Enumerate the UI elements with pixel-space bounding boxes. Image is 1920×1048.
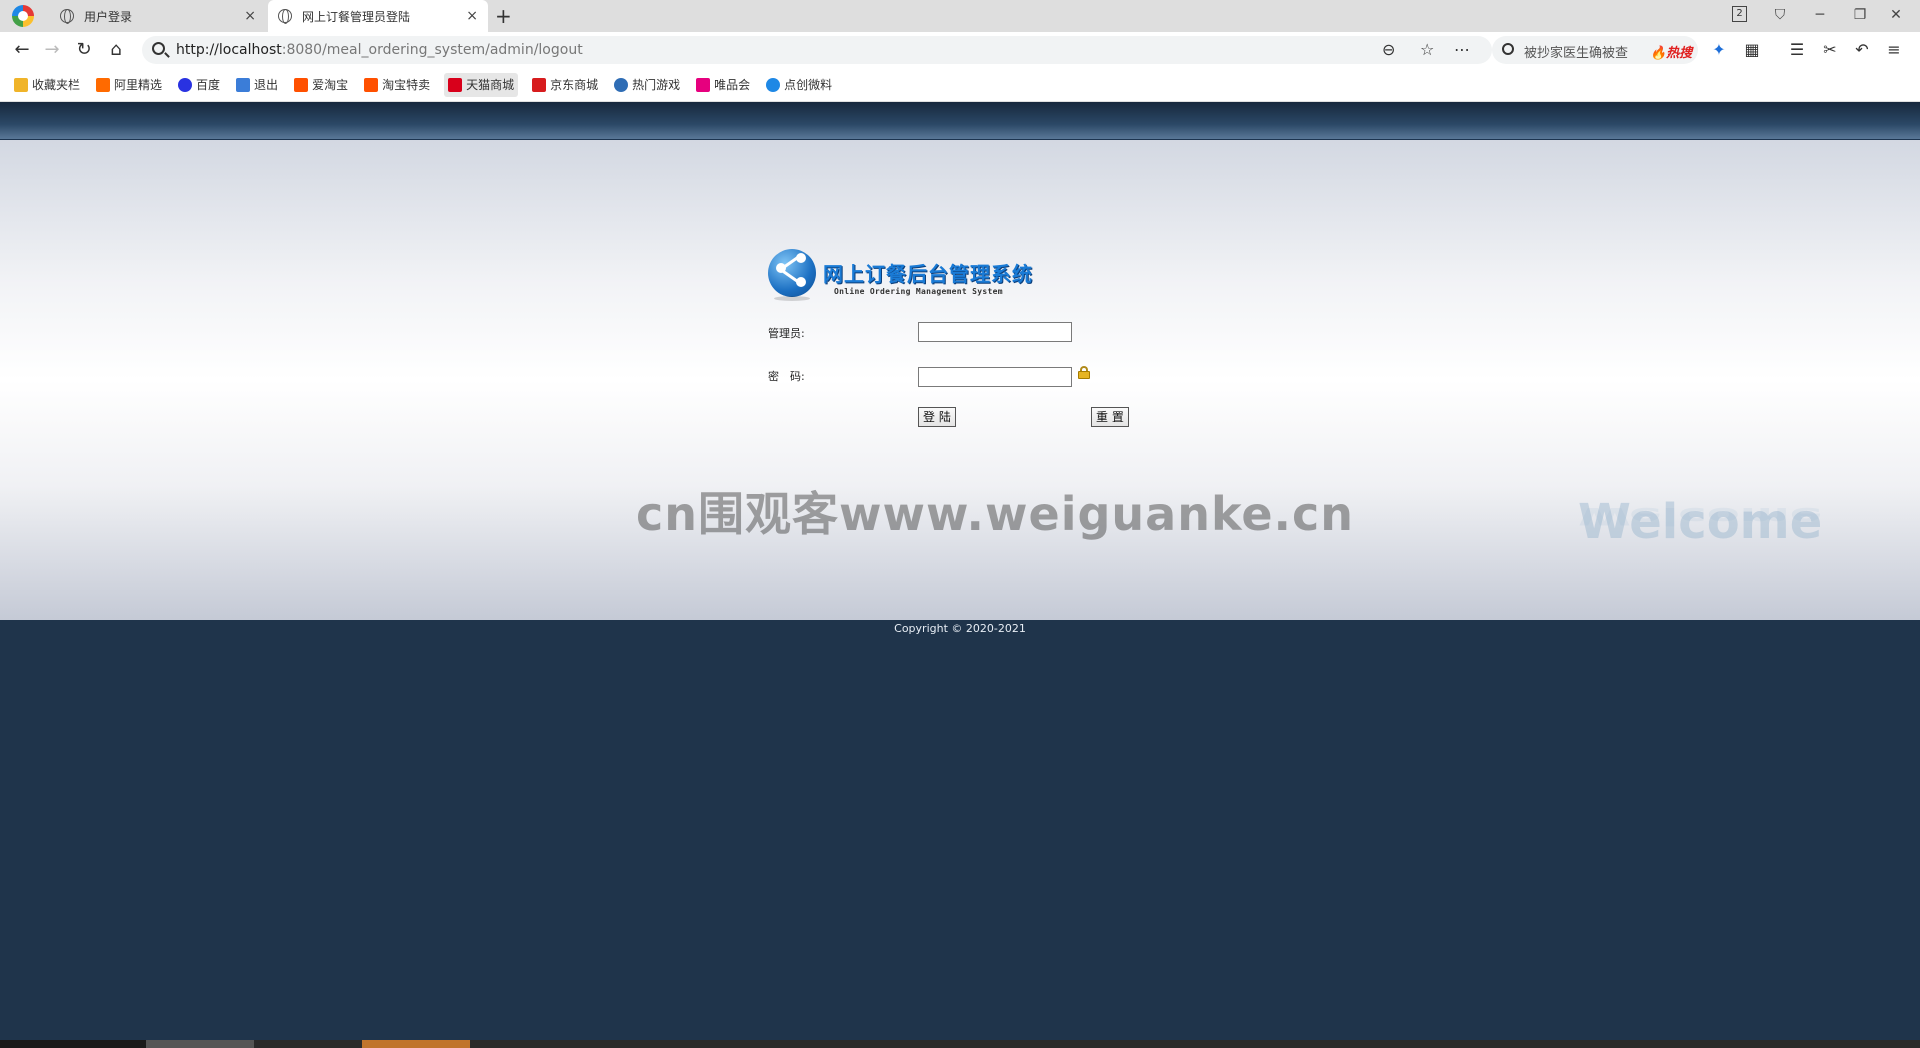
bookmark-vip[interactable]: 唯品会 [694,73,752,97]
tab-title: 用户登录 [84,9,133,24]
username-input[interactable] [918,322,1072,342]
reload-icon[interactable]: ↻ [72,38,96,62]
more-icon[interactable]: ⋯ [1454,40,1470,59]
bookmark-exit[interactable]: 退出 [234,73,280,97]
taskbar-app-active[interactable] [362,1040,470,1048]
puzzle-icon[interactable]: ✦ [1707,38,1731,62]
url-text[interactable]: http://localhost:8080/meal_ordering_syst… [176,42,583,58]
globe-icon [278,9,292,24]
game-icon [614,77,629,92]
copyright-text: Copyright © 2020-2021 [894,622,1026,635]
password-label: 密 码: [768,370,805,383]
taskbar-start[interactable] [0,1040,146,1048]
tshirt-skin-icon[interactable]: ⛉ [1768,4,1792,26]
system-logo-icon [766,245,822,301]
ali-icon [96,77,111,92]
search-icon [152,42,165,55]
jd-icon [532,77,547,92]
os-taskbar [0,1040,1920,1048]
vip-icon [696,77,711,92]
username-label: 管理员: [768,327,805,340]
close-window-icon[interactable]: ✕ [1884,4,1908,26]
menu-icon[interactable]: ≡ [1882,38,1906,62]
tab-close-icon[interactable]: × [244,8,256,24]
back-arrow-icon[interactable]: ← [10,38,34,62]
system-subtitle: Online Ordering Management System [834,287,1003,296]
restore-icon[interactable]: ❐ [1848,4,1872,26]
bookmarks-bar: 收藏夹栏 阿里精选 百度 退出 爱淘宝 淘宝特卖 天猫商城 京东商城 热门游戏 … [0,68,1920,102]
bookmark-ali[interactable]: 阿里精选 [94,73,164,97]
bookmark-dianchuang[interactable]: 点创微料 [764,73,834,97]
home-icon[interactable]: ⌂ [104,38,128,62]
browser-logo-icon[interactable] [12,5,34,27]
reset-button[interactable]: 重 置 [1091,407,1129,427]
feather-icon [236,77,251,92]
globe-icon [60,9,74,24]
folder-icon [14,77,28,92]
site-watermark: cn围观客www.weiguanke.cn [636,487,1355,541]
tab-close-icon[interactable]: × [466,8,478,24]
zoom-icon[interactable]: ⊖ [1382,40,1395,59]
hot-search-box[interactable]: 被抄家医生确被查 🔥热搜 [1492,36,1698,64]
password-input[interactable] [918,367,1072,387]
bookmark-ai-taobao[interactable]: 爱淘宝 [292,73,350,97]
minimize-icon[interactable]: ─ [1808,4,1832,26]
bookmark-tmall[interactable]: 天猫商城 [444,72,519,97]
address-bar[interactable]: http://localhost:8080/meal_ordering_syst… [142,36,1492,64]
tab-counter-icon[interactable]: 2 [1732,6,1747,22]
hot-search-query[interactable]: 被抄家医生确被查 [1524,42,1628,61]
tab-user-login[interactable]: 用户登录 × [50,0,266,32]
grid-icon[interactable]: ▦ [1740,38,1764,62]
bookmark-baidu[interactable]: 百度 [176,73,222,97]
page-footer: Copyright © 2020-2021 [0,620,1920,1040]
welcome-reflection: Welcome [1578,502,1823,530]
favorites-icon[interactable]: ☰ [1785,38,1809,62]
hot-search-badge: 🔥热搜 [1650,46,1693,61]
taobao-icon [294,77,309,92]
new-tab-button[interactable]: + [495,4,512,28]
scissors-icon[interactable]: ✂ [1818,38,1842,62]
bookmark-hot-games[interactable]: 热门游戏 [612,73,682,97]
address-toolbar: ← → ↻ ⌂ http://localhost:8080/meal_order… [0,32,1920,68]
bookmark-jd[interactable]: 京东商城 [530,73,600,97]
undo-icon[interactable]: ↶ [1850,38,1874,62]
browser-tab-strip: 用户登录 × 网上订餐管理员登陆 × + 2 ⛉ ─ ❐ ✕ [0,0,1920,32]
system-title: 网上订餐后台管理系统 [823,262,1033,286]
search-icon [1502,43,1514,55]
star-icon[interactable]: ☆ [1420,40,1434,59]
baidu-paw-icon [178,77,193,92]
forward-arrow-icon[interactable]: → [40,38,64,62]
taobao-icon [364,77,379,92]
bookmark-favorites-folder[interactable]: 收藏夹栏 [12,73,82,97]
login-button[interactable]: 登 陆 [918,407,956,427]
lock-icon [1077,366,1091,379]
bookmark-taobao-sale[interactable]: 淘宝特卖 [362,73,432,97]
tab-admin-login[interactable]: 网上订餐管理员登陆 × [268,0,488,32]
tmall-icon [448,77,463,92]
tab-title: 网上订餐管理员登陆 [302,9,411,24]
page-header-band [0,102,1920,140]
taskbar-app[interactable] [146,1040,254,1048]
dianchuang-icon [766,77,781,92]
